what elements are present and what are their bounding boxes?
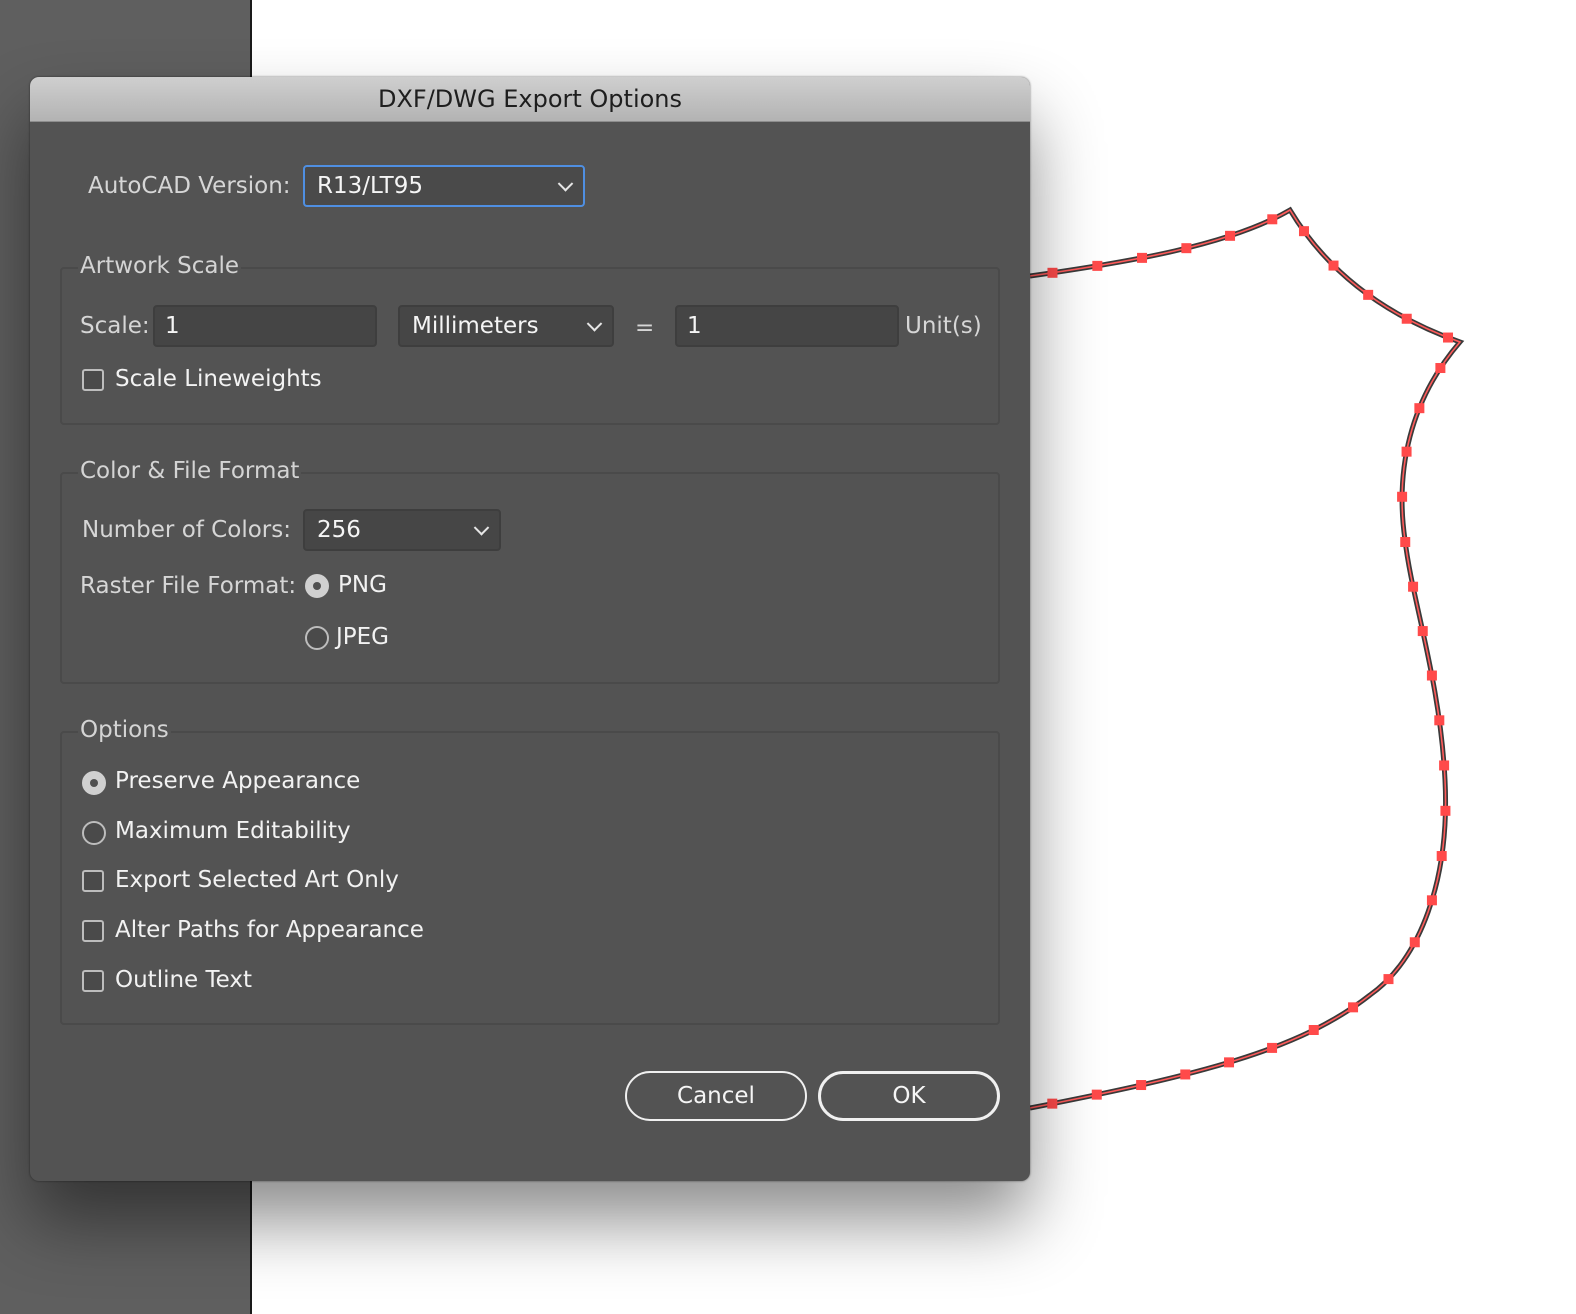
anchor-point[interactable] <box>1417 626 1428 637</box>
anchor-point[interactable] <box>1363 289 1374 300</box>
dialog-title: DXF/DWG Export Options <box>377 85 683 113</box>
anchor-point[interactable] <box>1401 446 1412 457</box>
preserve-appearance-label[interactable]: Preserve Appearance <box>115 768 360 794</box>
alter-paths-for-appearance-label[interactable]: Alter Paths for Appearance <box>115 917 424 943</box>
anchor-point[interactable] <box>1047 1098 1058 1109</box>
artwork-scale-title: Artwork Scale <box>78 253 242 279</box>
scale-input-value: 1 <box>165 313 180 339</box>
export-selected-art-only-checkbox[interactable] <box>82 870 104 892</box>
anchor-point[interactable] <box>1308 1024 1319 1035</box>
png-radio[interactable] <box>305 574 329 598</box>
anchor-point[interactable] <box>1298 226 1309 237</box>
anchor-point[interactable] <box>1225 230 1236 241</box>
export-selected-art-only-label[interactable]: Export Selected Art Only <box>115 867 399 893</box>
scale-unit-value: Millimeters <box>412 313 539 339</box>
anchor-point[interactable] <box>1426 895 1437 906</box>
chevron-down-icon <box>557 176 574 192</box>
outline-text-label[interactable]: Outline Text <box>115 967 252 993</box>
anchor-point[interactable] <box>1439 760 1450 771</box>
anchor-point[interactable] <box>1409 937 1420 948</box>
autocad-version-value: R13/LT95 <box>317 173 423 199</box>
ok-button-label: OK <box>892 1083 926 1109</box>
anchor-point[interactable] <box>1434 715 1445 726</box>
anchor-point[interactable] <box>1426 670 1437 681</box>
units-input[interactable]: 1 <box>675 305 899 347</box>
scale-label: Scale: <box>80 313 150 339</box>
outline-text-checkbox[interactable] <box>82 970 104 992</box>
anchor-point[interactable] <box>1400 537 1411 548</box>
preserve-appearance-radio[interactable] <box>82 771 106 795</box>
anchor-point[interactable] <box>1348 1002 1359 1013</box>
units-label: Unit(s) <box>905 313 982 339</box>
scale-lineweights-label[interactable]: Scale Lineweights <box>115 366 322 392</box>
anchor-point[interactable] <box>1414 403 1425 414</box>
anchor-point[interactable] <box>1224 1057 1235 1068</box>
jpeg-label[interactable]: JPEG <box>336 624 389 650</box>
cancel-button[interactable]: Cancel <box>625 1071 807 1121</box>
number-of-colors-value: 256 <box>317 517 361 543</box>
scale-input[interactable]: 1 <box>153 305 377 347</box>
dxf-dwg-export-dialog: DXF/DWG Export Options AutoCAD Version: … <box>30 77 1030 1181</box>
anchor-point[interactable] <box>1443 332 1454 343</box>
cancel-button-label: Cancel <box>677 1083 755 1109</box>
chevron-down-icon <box>586 316 603 332</box>
autocad-version-label: AutoCAD Version: <box>88 173 291 199</box>
equals-sign: = <box>635 315 655 341</box>
anchor-point[interactable] <box>1397 491 1408 502</box>
dialog-title-bar[interactable]: DXF/DWG Export Options <box>30 77 1030 122</box>
anchor-point[interactable] <box>1137 252 1148 263</box>
anchor-point[interactable] <box>1181 243 1192 254</box>
scale-unit-select[interactable]: Millimeters <box>398 305 614 347</box>
anchor-point[interactable] <box>1267 214 1278 225</box>
color-file-format-title: Color & File Format <box>78 458 302 484</box>
shape-path <box>1029 206 1465 1111</box>
number-of-colors-select[interactable]: 256 <box>303 509 501 551</box>
raster-file-format-label: Raster File Format: <box>80 573 297 599</box>
png-label[interactable]: PNG <box>338 572 387 598</box>
anchor-point[interactable] <box>1401 313 1412 324</box>
jpeg-radio[interactable] <box>305 626 329 650</box>
anchor-point[interactable] <box>1136 1080 1147 1091</box>
maximum-editability-radio[interactable] <box>82 821 106 845</box>
anchor-point[interactable] <box>1180 1069 1191 1080</box>
number-of-colors-label: Number of Colors: <box>82 517 291 543</box>
autocad-version-select[interactable]: R13/LT95 <box>303 165 585 207</box>
anchor-point[interactable] <box>1267 1042 1278 1053</box>
anchor-point[interactable] <box>1408 581 1419 592</box>
ok-button[interactable]: OK <box>818 1071 1000 1121</box>
anchor-point[interactable] <box>1047 267 1058 278</box>
anchor-point[interactable] <box>1092 260 1103 271</box>
anchor-point[interactable] <box>1091 1089 1102 1100</box>
anchor-point[interactable] <box>1440 805 1451 816</box>
anchor-point[interactable] <box>1383 974 1394 985</box>
options-title: Options <box>78 717 171 743</box>
alter-paths-for-appearance-checkbox[interactable] <box>82 920 104 942</box>
anchor-point[interactable] <box>1435 363 1446 374</box>
units-input-value: 1 <box>687 313 702 339</box>
maximum-editability-label[interactable]: Maximum Editability <box>115 818 351 844</box>
anchor-point[interactable] <box>1436 851 1447 862</box>
scale-lineweights-checkbox[interactable] <box>82 369 104 391</box>
anchor-point[interactable] <box>1328 260 1339 271</box>
chevron-down-icon <box>473 520 490 536</box>
